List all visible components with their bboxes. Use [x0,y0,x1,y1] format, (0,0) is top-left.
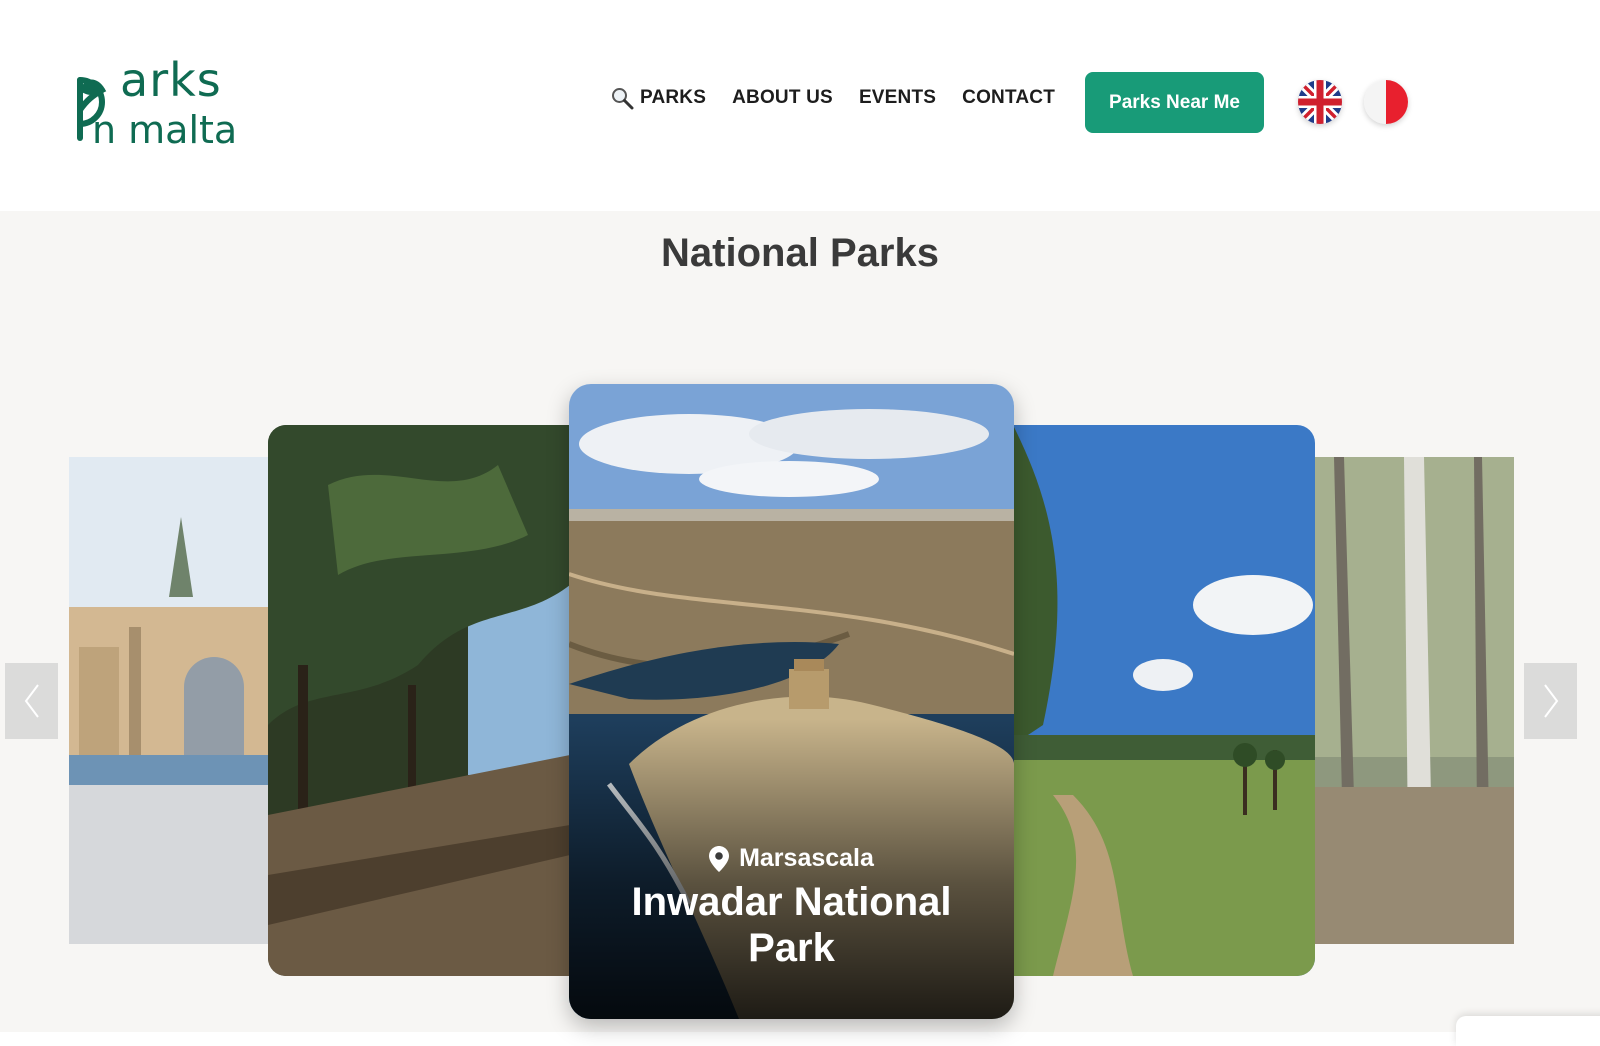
malta-flag-icon [1364,80,1408,124]
park-photo-open-field [1013,425,1315,976]
featured-park-card[interactable]: Marsascala Inwadar National Park [569,384,1014,1019]
language-maltese-button[interactable] [1364,80,1408,124]
nav-label-about-us: ABOUT US [732,87,833,108]
national-parks-section: National Parks Marsascala Inwadar Nation… [0,211,1600,1032]
search-icon [612,88,634,110]
nav-label-contact: CONTACT [962,87,1056,108]
section-title: National Parks [661,231,939,275]
nav-label-parks: PARKS [640,87,707,108]
floating-widget[interactable] [1456,1016,1600,1046]
carousel-next-button[interactable] [1524,663,1577,739]
site-logo[interactable]: arks n malta [62,50,272,160]
park-name: Inwadar National Park [631,880,952,970]
park-location-label: Marsascala [739,844,874,872]
nav-item-events[interactable]: EVENTS [859,87,936,109]
park-card-right[interactable] [1013,425,1315,976]
chevron-right-icon [1543,684,1558,718]
park-card-far-left[interactable] [69,457,269,944]
nav-item-about-us[interactable]: ABOUT US [732,87,833,109]
language-english-button[interactable] [1298,80,1342,124]
carousel-prev-button[interactable] [5,663,58,739]
map-pin-icon [709,845,730,872]
park-photo-trees [1314,457,1514,944]
park-card-far-right[interactable] [1314,457,1514,944]
uk-flag-icon [1298,80,1342,124]
nav-label-events: EVENTS [858,87,937,108]
parks-near-me-button[interactable]: Parks Near Me [1085,72,1264,133]
park-photo-gate [69,457,269,944]
parks-in-malta-logo: arks n malta [77,53,237,152]
nav-item-parks[interactable]: PARKS [610,86,706,110]
logo-word-parks: arks [120,53,222,107]
park-photo-pine-path [268,425,570,976]
featured-card-caption: Marsascala Inwadar National Park [569,844,1014,971]
logo-word-inmalta: n malta [92,108,237,152]
site-header: arks n malta PARKS ABOUT US EVENTS CONTA… [0,0,1600,211]
chevron-left-icon [24,684,39,718]
main-nav: PARKS ABOUT US EVENTS CONTACT [610,86,1081,110]
nav-item-contact[interactable]: CONTACT [962,87,1055,109]
park-location: Marsascala [569,844,1014,873]
park-card-left[interactable] [268,425,570,976]
